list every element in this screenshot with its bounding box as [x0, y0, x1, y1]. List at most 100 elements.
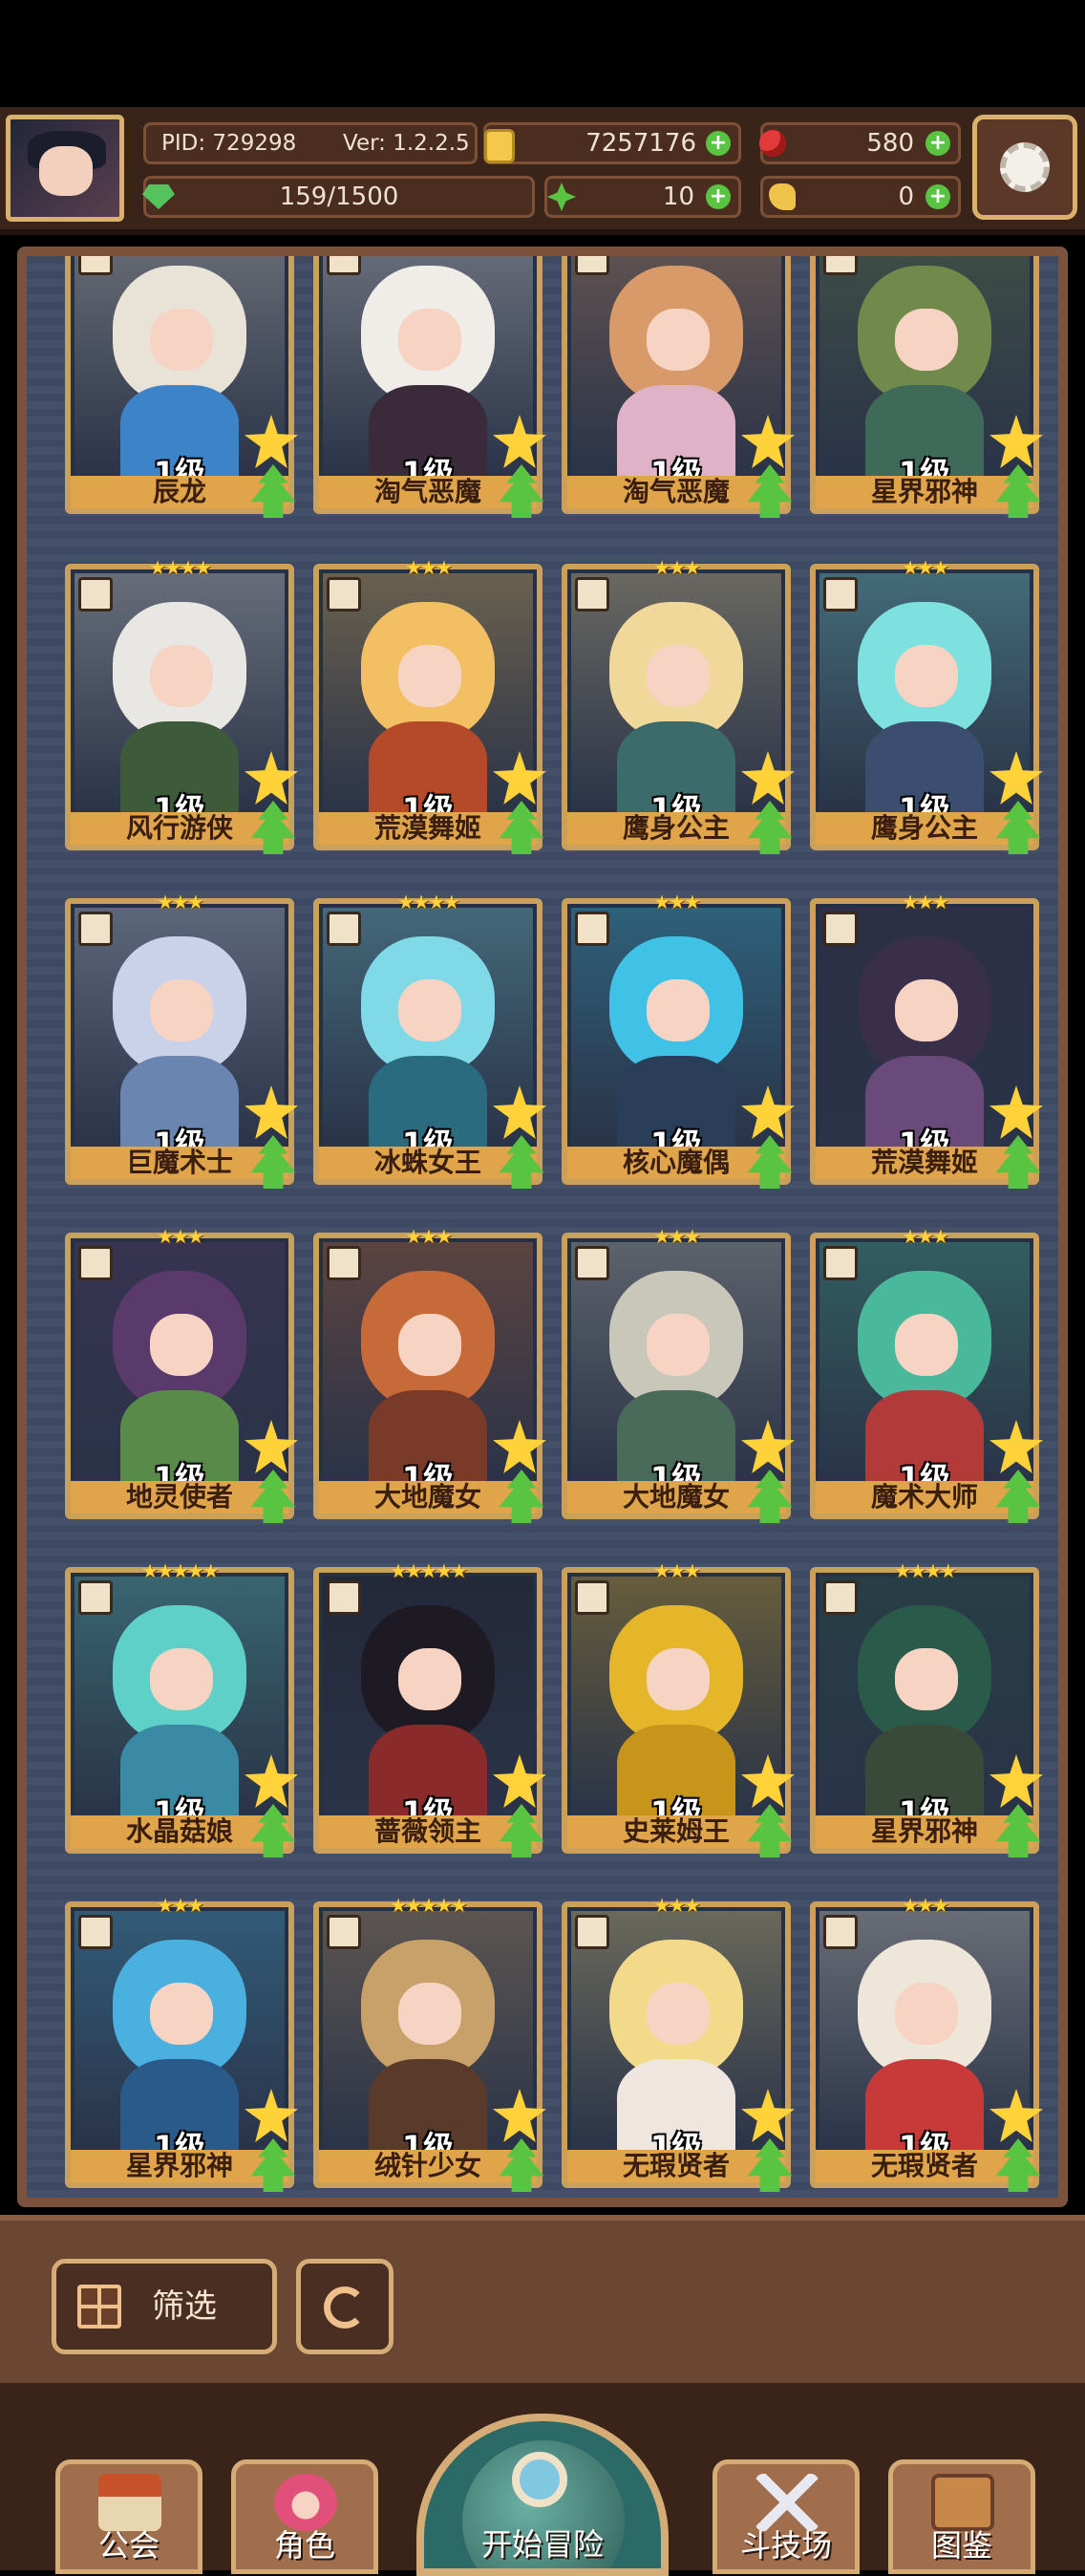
- add-hand-button[interactable]: +: [925, 184, 950, 209]
- portrait-face: [150, 1314, 214, 1376]
- character-card[interactable]: 1级 核心魔偶 ★★★: [562, 891, 795, 1189]
- avatar-face: [39, 146, 93, 196]
- character-card[interactable]: 1级 辰龙: [65, 256, 298, 518]
- character-card[interactable]: 1级 无瑕贤者 ★★★: [562, 1894, 795, 2192]
- card-name: 荒漠舞姬: [319, 812, 537, 845]
- character-card[interactable]: 1级 冰蛛女王 ★★★★: [313, 891, 546, 1189]
- character-card[interactable]: 1级 绒针少女 ★★★★★: [313, 1894, 546, 2192]
- character-card[interactable]: 1级 巨魔术士 ★★★: [65, 891, 298, 1189]
- rarity-stars: ★★★★★: [390, 1894, 468, 1917]
- nav-character[interactable]: 角色: [231, 2459, 378, 2574]
- card-name: 荒漠舞姬: [816, 1147, 1033, 1179]
- rarity-stars: ★★★★★: [390, 1559, 468, 1582]
- card-name: 大地魔女: [319, 1481, 537, 1513]
- rarity-stars: ★★★: [157, 1225, 204, 1248]
- card-frame: 1级 星界邪神: [810, 1567, 1039, 1854]
- nav-codex[interactable]: 图鉴: [888, 2459, 1035, 2574]
- class-icon: [823, 1580, 858, 1615]
- rarity-stars: ★★★: [157, 1894, 204, 1917]
- rarity-stars: ★★★: [902, 1225, 949, 1248]
- class-icon: [575, 912, 609, 946]
- rarity-stars: ★★★★: [397, 891, 460, 913]
- character-card[interactable]: 1级 地灵使者 ★★★: [65, 1225, 298, 1523]
- character-card[interactable]: 1级 大地魔女 ★★★: [313, 1225, 546, 1523]
- portrait-face: [150, 645, 214, 707]
- rarity-stars: ★★★: [902, 556, 949, 579]
- character-card[interactable]: 1级 大地魔女 ★★★: [562, 1225, 795, 1523]
- card-frame: 1级 无瑕贤者: [810, 1901, 1039, 2188]
- settings-button[interactable]: [972, 115, 1077, 220]
- character-card[interactable]: 1级 蔷薇领主 ★★★★★: [313, 1559, 546, 1857]
- rarity-stars: ★★★: [653, 1225, 701, 1248]
- character-portrait: [571, 256, 781, 481]
- nav-arena[interactable]: 斗技场: [713, 2459, 860, 2574]
- character-grid[interactable]: 1级 辰龙 1级 淘气恶魔 1级 淘气恶魔 1级 星界邪神 1级 风行游侠 ★★★★ 1级 荒漠舞姬 ★★…: [17, 247, 1068, 2207]
- nav-adventure[interactable]: 开始冒险: [416, 2414, 669, 2576]
- rarity-stars: ★★★: [902, 891, 949, 913]
- character-card[interactable]: 1级 荒漠舞姬 ★★★: [313, 556, 546, 854]
- character-card[interactable]: 1级 史莱姆王 ★★★: [562, 1559, 795, 1857]
- player-hud: PID: 729298 Ver: 1.2.2.5 7257176 + 580 +…: [0, 107, 1085, 235]
- class-icon: [327, 1246, 361, 1280]
- gold-amount: 7257176: [585, 129, 696, 158]
- bottom-nav: 公会 角色 开始冒险 斗技场 图鉴: [0, 2383, 1085, 2576]
- nav-arena-label: 斗技场: [739, 2527, 832, 2564]
- refresh-button[interactable]: [296, 2259, 394, 2354]
- nav-guild[interactable]: 公会: [55, 2459, 202, 2574]
- class-icon: [823, 256, 858, 275]
- character-card[interactable]: 1级 荒漠舞姬 ★★★: [810, 891, 1043, 1189]
- card-frame: 1级 星界邪神: [65, 1901, 294, 2188]
- card-frame: 1级 绒针少女: [313, 1901, 542, 2188]
- portrait-face: [150, 309, 214, 371]
- card-frame: 1级 荒漠舞姬: [313, 564, 542, 850]
- card-name: 星界邪神: [71, 2150, 288, 2182]
- character-card[interactable]: 1级 水晶菇娘 ★★★★★: [65, 1559, 298, 1857]
- card-name: 鹰身公主: [567, 812, 785, 845]
- portrait-face: [398, 1983, 462, 2045]
- card-frame: 1级 无瑕贤者: [562, 1901, 791, 2188]
- filter-button[interactable]: 筛选: [52, 2259, 277, 2354]
- character-card[interactable]: 1级 鹰身公主 ★★★: [810, 556, 1043, 854]
- portrait-face: [150, 979, 214, 1041]
- character-card[interactable]: 1级 淘气恶魔: [313, 256, 546, 518]
- character-card[interactable]: 1级 魔术大师 ★★★: [810, 1225, 1043, 1523]
- character-portrait: [74, 256, 285, 481]
- stamina-box: 159/1500: [142, 176, 535, 218]
- rarity-stars: ★★★★: [894, 1559, 957, 1582]
- card-name: 星界邪神: [816, 476, 1033, 508]
- character-card[interactable]: 1级 星界邪神 ★★★★: [810, 1559, 1043, 1857]
- rarity-stars: ★★★★★: [141, 1559, 220, 1582]
- grid-icon: [77, 2285, 121, 2329]
- character-card[interactable]: 1级 星界邪神 ★★★: [65, 1894, 298, 2192]
- rarity-stars: ★★★: [653, 1559, 701, 1582]
- character-card[interactable]: 1级 无瑕贤者 ★★★: [810, 1894, 1043, 2192]
- character-card[interactable]: 1级 鹰身公主 ★★★: [562, 556, 795, 854]
- class-icon: [327, 912, 361, 946]
- ruby-icon: [759, 130, 786, 157]
- player-avatar[interactable]: [6, 115, 124, 222]
- character-card[interactable]: 1级 风行游侠 ★★★★: [65, 556, 298, 854]
- class-icon: [78, 577, 113, 612]
- card-frame: 1级 大地魔女: [562, 1233, 791, 1519]
- portrait-face: [895, 645, 959, 707]
- card-name: 无瑕贤者: [567, 2150, 785, 2182]
- class-icon: [78, 256, 113, 275]
- card-name: 风行游侠: [71, 812, 288, 845]
- add-clover-button[interactable]: +: [706, 184, 731, 209]
- nav-guild-label: 公会: [97, 2527, 160, 2564]
- ruby-box: 580 +: [759, 122, 961, 164]
- card-name: 淘气恶魔: [319, 476, 537, 508]
- add-ruby-button[interactable]: +: [925, 131, 950, 156]
- class-icon: [575, 1580, 609, 1615]
- class-icon: [78, 1915, 113, 1949]
- portrait-face: [895, 1314, 959, 1376]
- character-card[interactable]: 1级 星界邪神: [810, 256, 1043, 518]
- nav-codex-label: 图鉴: [930, 2527, 992, 2564]
- portrait-face: [895, 1648, 959, 1710]
- character-card[interactable]: 1级 淘气恶魔: [562, 256, 795, 518]
- card-name: 巨魔术士: [71, 1147, 288, 1179]
- add-gold-button[interactable]: +: [706, 131, 731, 156]
- card-name: 蔷薇领主: [319, 1815, 537, 1848]
- hand-box: 0 +: [760, 176, 961, 218]
- portrait-face: [647, 979, 711, 1041]
